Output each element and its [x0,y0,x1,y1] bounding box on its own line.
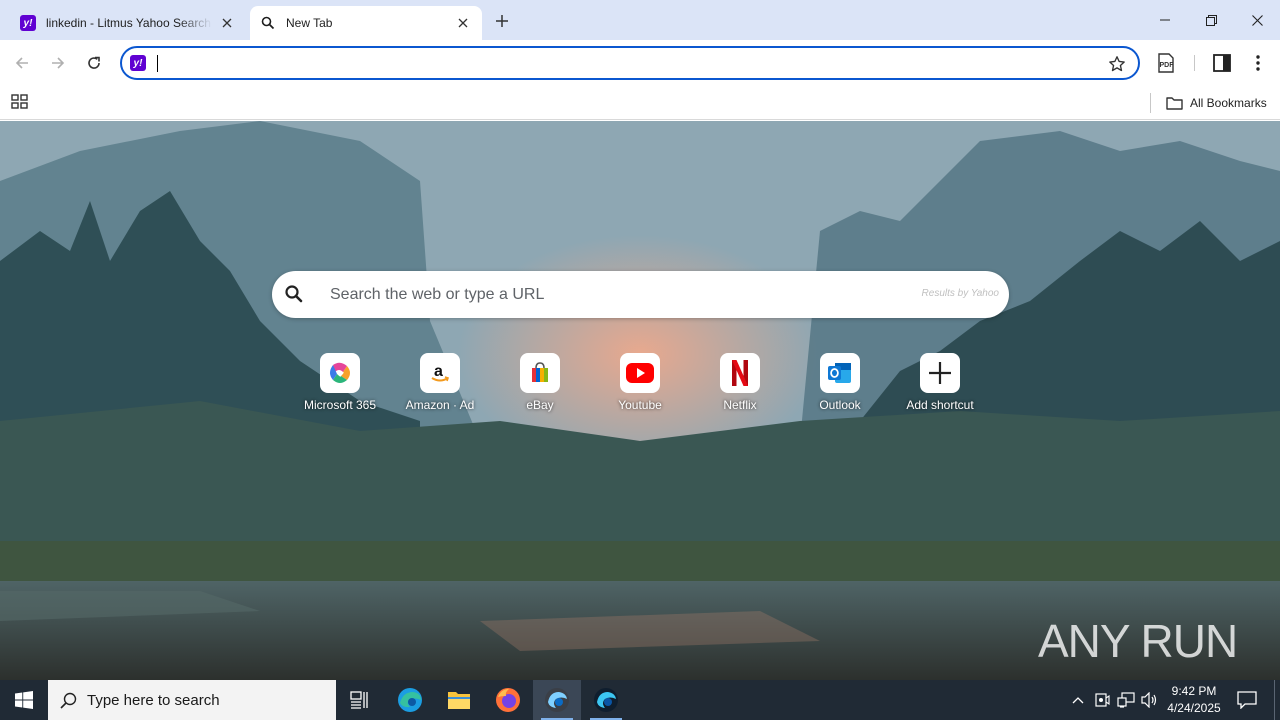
start-button[interactable] [0,680,48,720]
shortcut-netflix[interactable]: Netflix [690,353,790,423]
microsoft-365-icon [320,353,360,393]
taskbar-search-input[interactable] [87,691,317,709]
bookmarks-bar: All Bookmarks [0,86,1280,120]
tab-title: linkedin - Litmus Yahoo Search [46,16,211,30]
amazon-icon: a [420,353,460,393]
add-shortcut-button[interactable]: Add shortcut [890,353,990,423]
search-provider-note: Results by Yahoo [921,288,999,299]
new-tab-search-input[interactable] [330,283,910,307]
shortcut-label: Microsoft 365 [303,398,377,412]
search-icon [285,285,303,303]
menu-kebab-icon[interactable] [1246,51,1270,75]
taskbar-edge-dev[interactable] [533,680,581,720]
shortcut-label: Netflix [723,398,757,412]
new-tab-page: Results by Yahoo Microsoft 365 a [0,121,1280,680]
pdf-icon[interactable]: PDF [1154,51,1178,75]
reload-button[interactable] [79,48,109,78]
new-tab-button[interactable] [490,9,514,33]
windows-taskbar: 9:42 PM 4/24/2025 [0,680,1280,720]
tab-new-tab[interactable]: New Tab [250,6,482,40]
minimize-button[interactable] [1142,0,1188,40]
shortcut-label: Add shortcut [906,398,974,412]
yahoo-icon: y! [20,15,36,31]
arrow-right-icon [52,57,65,69]
close-icon[interactable] [454,14,472,32]
svg-text:PDF: PDF [1160,62,1175,69]
side-panel-icon[interactable] [1210,51,1234,75]
arrow-left-icon [15,57,28,69]
shortcut-microsoft-365[interactable]: Microsoft 365 [290,353,390,423]
search-icon [60,692,77,709]
shortcut-label: Amazon · Ad [405,398,475,412]
system-clock[interactable]: 9:42 PM 4/24/2025 [1162,683,1226,717]
outlook-icon [820,353,860,393]
edge-beta-icon [594,688,618,712]
tab-title: New Tab [286,16,333,30]
youtube-icon [620,353,660,393]
show-hidden-icons-chevron[interactable] [1068,690,1088,710]
task-view-button[interactable] [336,680,384,720]
taskbar-edge-beta[interactable] [582,680,630,720]
address-bar[interactable]: y! [120,46,1140,80]
forward-button[interactable] [43,48,73,78]
volume-icon[interactable] [1140,690,1160,710]
taskbar-search[interactable] [48,680,336,720]
yahoo-icon: y! [130,55,146,71]
edge-icon [398,688,422,712]
task-view-icon [350,691,368,709]
show-desktop-button[interactable] [1274,680,1275,720]
firefox-icon [496,688,520,712]
shortcut-label: eBay [526,398,554,412]
shortcut-outlook[interactable]: Outlook [790,353,890,423]
folder-icon [1166,97,1183,110]
shortcut-label: Youtube [618,398,662,412]
svg-text:a: a [434,363,443,380]
anyrun-watermark: ANY RUN [1038,611,1238,671]
shortcut-label: Outlook [819,398,861,412]
clock-date: 4/24/2025 [1167,701,1221,715]
taskbar-firefox[interactable] [484,680,532,720]
shortcut-amazon[interactable]: a Amazon · Ad [390,353,490,423]
edge-dev-icon [545,688,569,712]
shortcut-youtube[interactable]: Youtube [590,353,690,423]
toolbar-divider [1194,55,1195,71]
shortcut-ebay[interactable]: eBay [490,353,590,423]
taskbar-edge[interactable] [386,680,434,720]
browser-toolbar: y! PDF [0,40,1280,86]
bookmarks-divider [1150,93,1151,113]
search-icon [260,15,276,31]
chevron-up-icon [1072,697,1084,704]
close-window-button[interactable] [1234,0,1280,40]
file-explorer-icon [448,692,470,709]
notification-center-button[interactable] [1234,688,1260,712]
plus-icon [920,353,960,393]
windows-logo-icon [15,691,33,709]
all-bookmarks-label: All Bookmarks [1190,96,1267,110]
bookmark-star-icon[interactable] [1108,55,1126,73]
taskbar-file-explorer[interactable] [435,680,483,720]
shortcuts-grid: Microsoft 365 a Amazon · Ad eBay Youtube… [290,353,990,423]
text-caret [157,55,158,72]
notification-icon [1237,691,1257,710]
reload-icon [88,56,100,69]
tray-meet-icon[interactable] [1092,690,1112,710]
ebay-icon [520,353,560,393]
clock-time: 9:42 PM [1171,684,1217,698]
apps-grid-icon[interactable] [10,92,30,112]
back-button[interactable] [7,48,37,78]
tab-strip: y! linkedin - Litmus Yahoo Search New Ta… [0,0,1280,40]
watermark-text: ANY RUN [1038,615,1238,667]
address-input[interactable] [156,53,1096,73]
tab-linkedin-search[interactable]: y! linkedin - Litmus Yahoo Search [10,6,246,40]
new-tab-search-box[interactable]: Results by Yahoo [272,271,1009,318]
restore-button[interactable] [1188,0,1234,40]
all-bookmarks-button[interactable]: All Bookmarks [1166,92,1267,114]
close-icon[interactable] [218,14,236,32]
netflix-icon [720,353,760,393]
network-icon[interactable] [1116,690,1136,710]
